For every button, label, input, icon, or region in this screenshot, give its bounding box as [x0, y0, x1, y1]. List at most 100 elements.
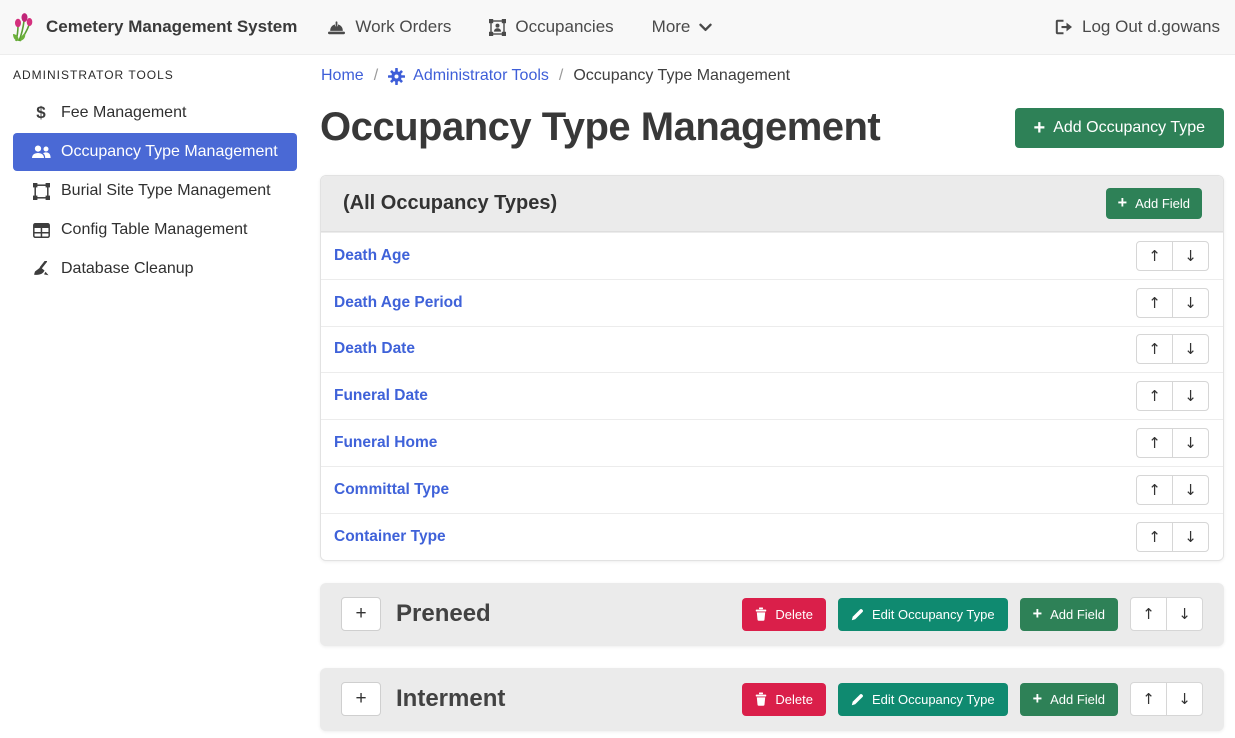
nav-item-label: Occupancies [515, 17, 613, 37]
brand-home-link[interactable]: Cemetery Management System [10, 12, 297, 42]
move-up-button[interactable]: ↑ [1136, 334, 1173, 364]
move-up-button[interactable]: ↑ [1130, 682, 1167, 716]
breadcrumb-separator: / [559, 67, 563, 85]
nav-item-label: More [652, 17, 691, 37]
nav-item-more[interactable]: More [652, 17, 713, 37]
add-field-label: Add Field [1050, 607, 1105, 622]
breadcrumb-admin-tools-link[interactable]: Administrator Tools [388, 67, 549, 85]
move-down-button[interactable]: ↓ [1172, 428, 1209, 458]
content-area: ADMINISTRATOR TOOLS $ Fee Management Occ… [0, 55, 1235, 738]
navbar-right: Log Out d.gowans [1055, 17, 1220, 37]
sidebar-item-fee-management[interactable]: $ Fee Management [13, 94, 297, 132]
reorder-buttons: ↑ ↓ [1136, 522, 1209, 552]
move-up-button[interactable]: ↑ [1136, 381, 1173, 411]
sidebar-item-burial-site-type-management[interactable]: Burial Site Type Management [13, 172, 297, 210]
delete-button[interactable]: Delete [742, 598, 826, 631]
sidebar-item-label: Fee Management [61, 104, 186, 122]
move-up-button[interactable]: ↑ [1136, 475, 1173, 505]
move-up-button[interactable]: ↑ [1136, 522, 1173, 552]
add-occupancy-type-button[interactable]: + Add Occupancy Type [1015, 108, 1224, 148]
move-up-button[interactable]: ↑ [1136, 288, 1173, 318]
field-link[interactable]: Funeral Date [334, 387, 428, 405]
top-navbar: Cemetery Management System Work Orders [0, 0, 1235, 55]
delete-label: Delete [775, 692, 813, 707]
move-down-button[interactable]: ↓ [1166, 682, 1203, 716]
add-field-button[interactable]: + Add Field [1106, 188, 1202, 219]
field-row-funeral-date: Funeral Date ↑ ↓ [321, 372, 1223, 419]
title-row: Occupancy Type Management + Add Occupanc… [320, 105, 1224, 150]
vector-square-icon [29, 183, 53, 200]
move-down-button[interactable]: ↓ [1172, 334, 1209, 364]
plus-icon: + [1034, 118, 1046, 138]
reorder-buttons: ↑ ↓ [1136, 428, 1209, 458]
sidebar-item-config-table-management[interactable]: Config Table Management [13, 211, 297, 249]
broom-icon [29, 261, 53, 277]
all-occupancy-types-card: (All Occupancy Types) + Add Field Death … [320, 175, 1224, 561]
move-up-button[interactable]: ↑ [1136, 241, 1173, 271]
move-up-button[interactable]: ↑ [1136, 428, 1173, 458]
delete-button[interactable]: Delete [742, 683, 826, 716]
section-header-interment: + Interment Delete [320, 668, 1224, 731]
move-down-button[interactable]: ↓ [1166, 597, 1203, 631]
logout-icon [1055, 19, 1073, 35]
sidebar-item-occupancy-type-management[interactable]: Occupancy Type Management [13, 133, 297, 171]
field-link[interactable]: Death Age Period [334, 294, 463, 312]
reorder-buttons: ↑ ↓ [1130, 682, 1203, 716]
field-link[interactable]: Container Type [334, 528, 446, 546]
field-row-death-age-period: Death Age Period ↑ ↓ [321, 279, 1223, 326]
reorder-buttons: ↑ ↓ [1136, 381, 1209, 411]
move-down-button[interactable]: ↓ [1172, 288, 1209, 318]
field-link[interactable]: Death Age [334, 247, 410, 265]
dollar-icon: $ [29, 103, 53, 123]
pencil-icon [851, 693, 864, 706]
card-title: (All Occupancy Types) [343, 192, 557, 215]
expand-button[interactable]: + [341, 682, 381, 716]
reorder-buttons: ↑ ↓ [1136, 288, 1209, 318]
brand-title: Cemetery Management System [46, 17, 297, 37]
breadcrumb-admin-tools-label: Administrator Tools [413, 67, 549, 85]
field-link[interactable]: Committal Type [334, 481, 449, 499]
table-icon [29, 223, 53, 238]
add-field-label: Add Field [1050, 692, 1105, 707]
nav-item-label: Work Orders [355, 17, 451, 37]
edit-occupancy-type-button[interactable]: Edit Occupancy Type [838, 598, 1008, 631]
plus-icon: + [1033, 606, 1043, 622]
sidebar-item-label: Config Table Management [61, 221, 248, 239]
move-down-button[interactable]: ↓ [1172, 381, 1209, 411]
field-row-container-type: Container Type ↑ ↓ [321, 513, 1223, 560]
add-field-button[interactable]: + Add Field [1020, 683, 1118, 716]
reorder-buttons: ↑ ↓ [1136, 334, 1209, 364]
occupancy-frame-icon [489, 19, 506, 36]
reorder-buttons: ↑ ↓ [1130, 597, 1203, 631]
nav-item-occupancies[interactable]: Occupancies [489, 17, 613, 37]
section-title: Preneed [396, 600, 491, 628]
nav-item-work-orders[interactable]: Work Orders [327, 17, 451, 37]
sidebar-item-database-cleanup[interactable]: Database Cleanup [13, 250, 297, 288]
expand-button[interactable]: + [341, 597, 381, 631]
add-field-button[interactable]: + Add Field [1020, 598, 1118, 631]
logout-button[interactable]: Log Out d.gowans [1055, 17, 1220, 37]
gear-icon [388, 68, 405, 85]
chevron-down-icon [699, 23, 712, 32]
move-down-button[interactable]: ↓ [1172, 241, 1209, 271]
edit-occupancy-type-button[interactable]: Edit Occupancy Type [838, 683, 1008, 716]
move-down-button[interactable]: ↓ [1172, 522, 1209, 552]
breadcrumb-current: Occupancy Type Management [573, 67, 790, 85]
section-title: Interment [396, 685, 505, 713]
navbar-links: Work Orders Occupancies M [327, 17, 712, 37]
field-link[interactable]: Funeral Home [334, 434, 437, 452]
section-actions: Delete Edit Occupancy Type + Add Field [742, 597, 1203, 631]
move-down-button[interactable]: ↓ [1172, 475, 1209, 505]
edit-occupancy-type-label: Edit Occupancy Type [872, 607, 995, 622]
sidebar-item-label: Database Cleanup [61, 260, 194, 278]
move-up-button[interactable]: ↑ [1130, 597, 1167, 631]
plus-icon: + [1118, 195, 1128, 211]
app-window: Cemetery Management System Work Orders [0, 0, 1235, 738]
sidebar-heading: ADMINISTRATOR TOOLS [13, 68, 310, 82]
breadcrumb-separator: / [374, 67, 378, 85]
delete-label: Delete [775, 607, 813, 622]
add-field-label: Add Field [1135, 196, 1190, 211]
breadcrumb-home-link[interactable]: Home [321, 67, 364, 85]
sidebar-item-label: Occupancy Type Management [61, 143, 278, 161]
field-link[interactable]: Death Date [334, 340, 415, 358]
